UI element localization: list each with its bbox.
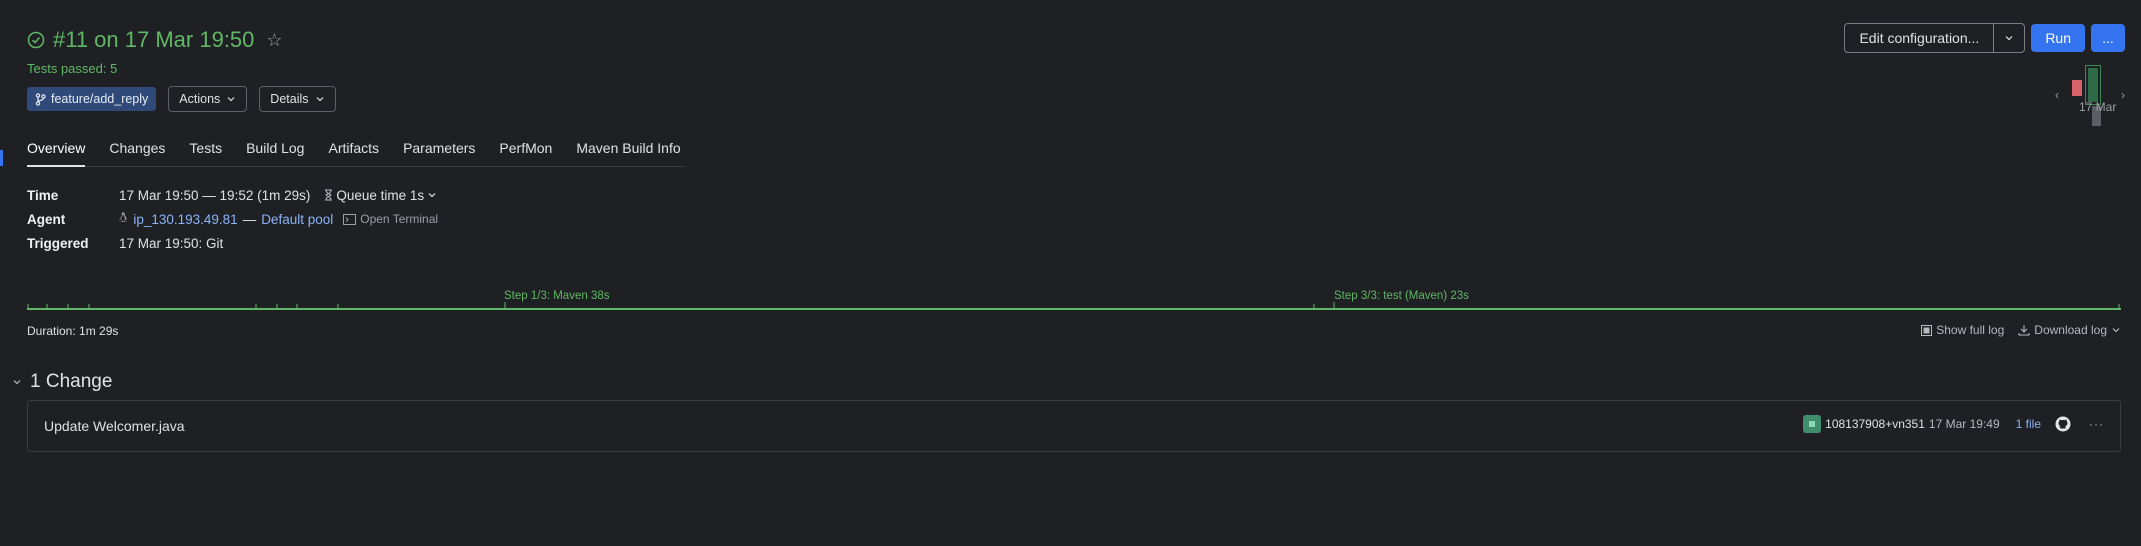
triggered-value: 17 Mar 19:50: Git — [119, 235, 224, 251]
history-bar-current[interactable] — [2085, 65, 2101, 105]
build-timeline[interactable]: Step 1/3: Maven 38s Step 3/3: test (Mave… — [27, 288, 2121, 318]
tab-tests[interactable]: Tests — [189, 140, 222, 166]
branch-label: feature/add_reply — [51, 92, 149, 106]
agent-label: Agent — [27, 211, 66, 227]
history-prev-icon[interactable]: ‹ — [2055, 88, 2059, 102]
chevron-down-icon — [428, 193, 436, 198]
chevron-down-icon — [316, 97, 323, 102]
open-terminal-label: Open Terminal — [360, 212, 439, 226]
branch-chip[interactable]: feature/add_reply — [27, 87, 157, 111]
show-full-log-link[interactable]: Show full log — [1921, 323, 2004, 337]
tab-overview[interactable]: Overview — [27, 140, 86, 167]
log-links: Show full log Download log — [1921, 323, 2121, 337]
edit-configuration-button[interactable]: Edit configuration... — [1845, 24, 1993, 52]
actions-label: Actions — [179, 92, 221, 106]
queue-time[interactable]: Queue time 1s — [324, 188, 437, 203]
edit-configuration-dropdown[interactable] — [1993, 24, 2024, 52]
timeline-ticks — [27, 302, 2120, 309]
show-full-log-label: Show full log — [1936, 323, 2005, 337]
change-time: 17 Mar 19:49 — [1928, 417, 2000, 431]
build-status: Tests passed: 5 — [27, 61, 118, 76]
run-button[interactable]: Run — [2031, 24, 2085, 52]
agent-link[interactable]: ip_130.193.49.81 — [133, 212, 237, 227]
build-info: Time 17 Mar 19:50 — 19:52 (1m 29s) Queue… — [27, 183, 438, 255]
run-options-button[interactable]: ... — [2091, 24, 2125, 52]
change-item[interactable]: Update Welcomer.java 108137908+vn351 17 … — [27, 400, 2121, 452]
info-row-agent: Agent 🐧︎ ip_130.193.49.81 — Default pool… — [27, 207, 438, 231]
tab-parameters[interactable]: Parameters — [403, 140, 475, 166]
build-tabs: Overview Changes Tests Build Log Artifac… — [27, 140, 685, 167]
build-title: #11 on 17 Mar 19:50 — [53, 27, 255, 52]
change-title[interactable]: Update Welcomer.java — [44, 418, 185, 434]
download-icon — [2018, 325, 2030, 336]
details-button[interactable]: Details — [259, 86, 336, 112]
changes-section-header[interactable]: 1 Change — [12, 371, 112, 393]
hourglass-icon — [325, 189, 333, 201]
actions-button[interactable]: Actions — [168, 86, 248, 112]
linux-icon: 🐧︎ — [119, 210, 128, 225]
more-options-icon[interactable]: ··· — [2089, 417, 2104, 431]
change-meta: 108137908+vn351 17 Mar 19:49 1 file ··· — [1803, 415, 2104, 433]
tab-maven-build-info[interactable]: Maven Build Info — [576, 140, 680, 166]
build-duration: Duration: 1m 29s — [27, 324, 119, 338]
history-next-icon[interactable]: › — [2121, 88, 2125, 102]
time-value: 17 Mar 19:50 — 19:52 (1m 29s) — [119, 187, 311, 203]
branch-icon — [35, 92, 46, 106]
queue-time-value: Queue time 1s — [336, 187, 425, 203]
build-history-mini: ‹ › 17 Mar — [2055, 60, 2125, 132]
chevron-down-icon — [227, 97, 235, 102]
agent-pool-link[interactable]: Default pool — [261, 212, 333, 227]
change-author: 108137908+vn351 — [1825, 417, 1925, 431]
success-check-icon — [27, 31, 45, 49]
details-label: Details — [270, 92, 309, 106]
avatar — [1803, 415, 1822, 433]
chevron-down-icon — [13, 380, 21, 385]
chevron-down-icon — [2005, 36, 2013, 41]
github-icon[interactable] — [2055, 416, 2071, 432]
chevron-down-icon — [2112, 328, 2120, 333]
log-icon — [1921, 324, 1933, 336]
time-label: Time — [27, 187, 59, 203]
change-files-link[interactable]: 1 file — [2016, 417, 2041, 431]
tab-artifacts[interactable]: Artifacts — [328, 140, 379, 166]
open-terminal-button[interactable]: Open Terminal — [343, 212, 438, 226]
left-accent-bar — [0, 150, 3, 166]
tab-perfmon[interactable]: PerfMon — [499, 140, 552, 166]
download-log-link[interactable]: Download log — [2018, 323, 2121, 337]
triggered-label: Triggered — [27, 235, 89, 251]
history-bar-failed[interactable] — [2072, 80, 2082, 96]
build-chips: feature/add_reply Actions Details — [27, 86, 336, 112]
timeline-step-1: Step 1/3: Maven 38s — [504, 290, 610, 302]
history-date: 17 Mar — [2079, 100, 2117, 114]
tab-build-log[interactable]: Build Log — [246, 140, 304, 166]
changes-count: 1 Change — [30, 371, 113, 392]
info-row-time: Time 17 Mar 19:50 — 19:52 (1m 29s) Queue… — [27, 183, 438, 207]
timeline-step-3: Step 3/3: test (Maven) 23s — [1334, 290, 1469, 302]
terminal-icon — [343, 213, 357, 225]
download-log-label: Download log — [2034, 323, 2107, 337]
build-title-row: #11 on 17 Mar 19:50 ☆ — [27, 27, 283, 53]
run-toolbar: Edit configuration... Run ... — [1844, 23, 2125, 53]
tab-changes[interactable]: Changes — [109, 140, 165, 166]
agent-separator: — — [242, 211, 257, 227]
star-icon[interactable]: ☆ — [266, 30, 282, 51]
avatar-icon — [1809, 421, 1816, 427]
edit-configuration-group: Edit configuration... — [1844, 23, 2026, 53]
info-row-triggered: Triggered 17 Mar 19:50: Git — [27, 231, 438, 255]
